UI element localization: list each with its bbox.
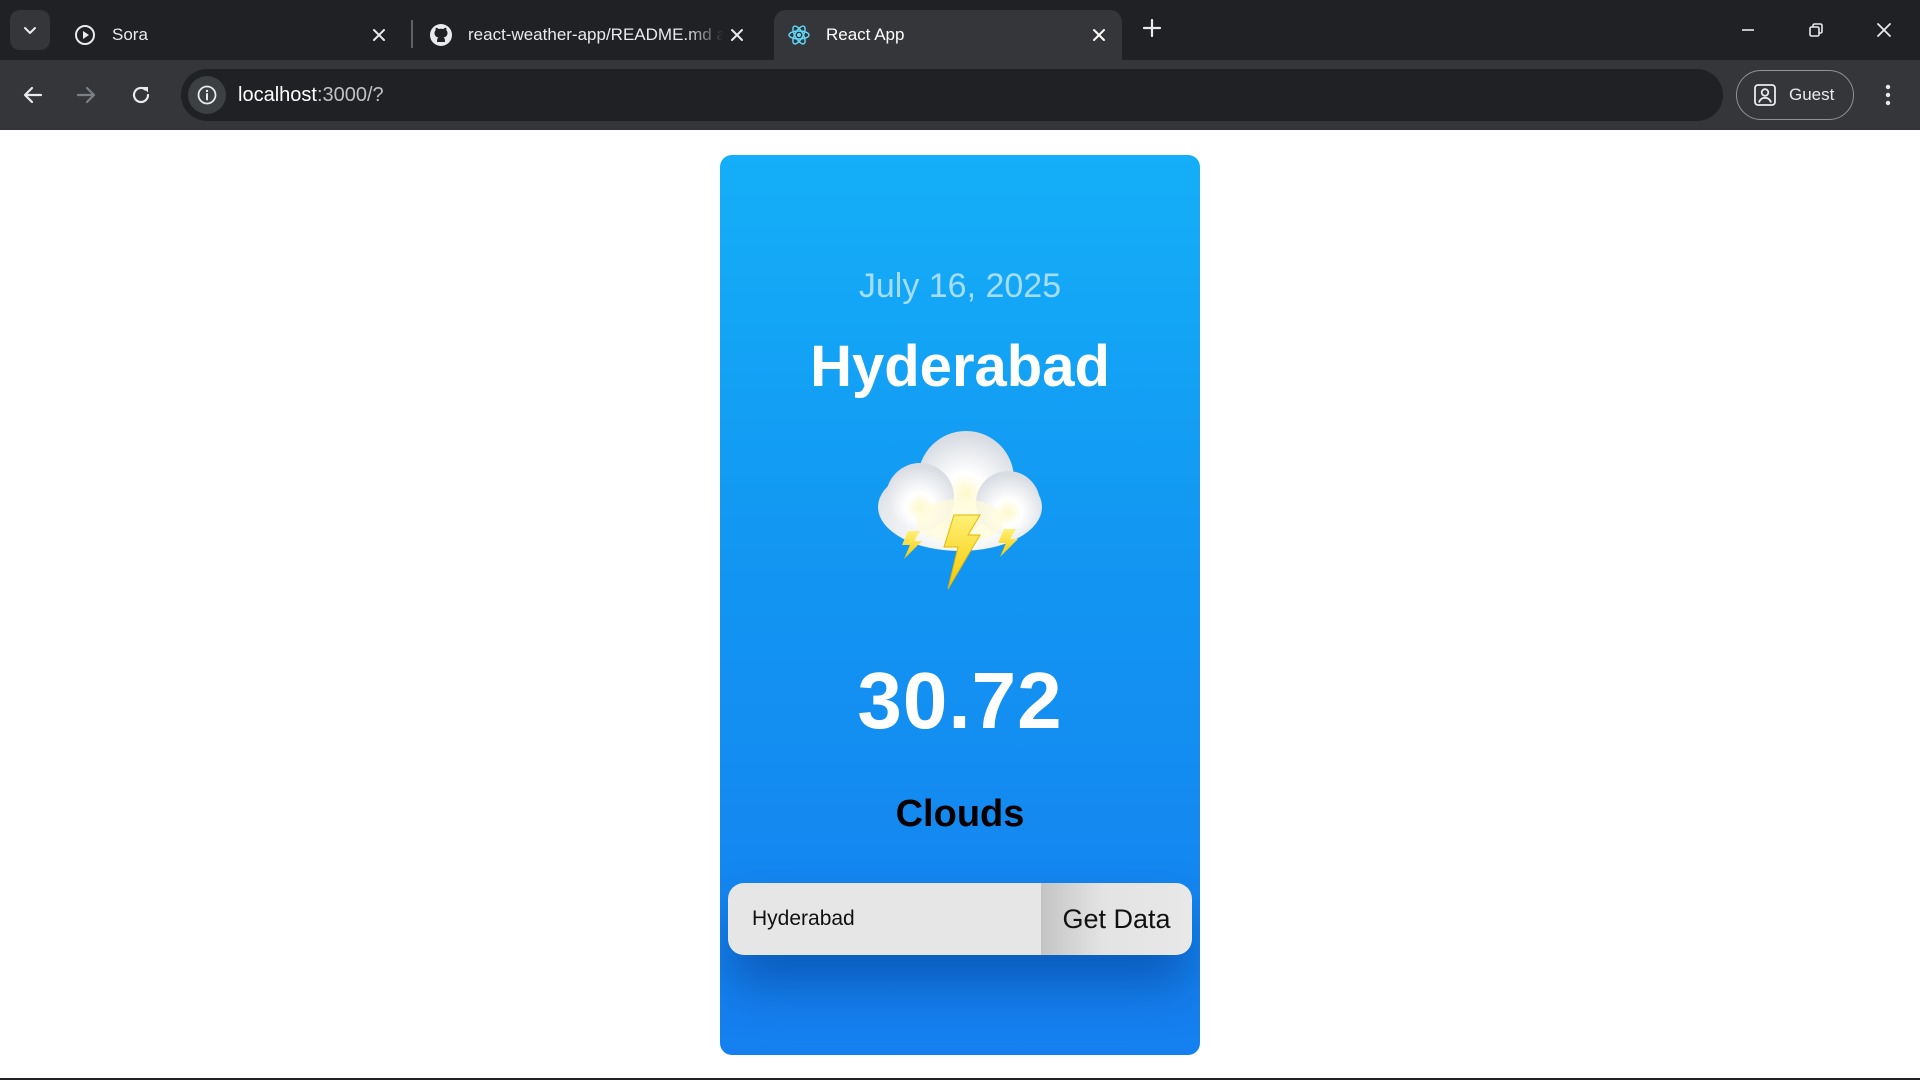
tab-react-app[interactable]: React App xyxy=(774,10,1122,60)
info-icon xyxy=(197,85,217,105)
arrow-right-icon xyxy=(76,86,96,104)
url-text: localhost:3000/? xyxy=(238,84,384,107)
close-icon[interactable] xyxy=(366,22,392,48)
tab-strip: Sora react-weather-app/README.md at Reac… xyxy=(0,0,1920,60)
close-icon[interactable] xyxy=(724,22,750,48)
new-tab-button[interactable] xyxy=(1138,14,1166,42)
tab-title: Sora xyxy=(112,25,148,44)
thunder-cloud-icon xyxy=(878,431,1042,590)
tab-title: React App xyxy=(826,25,905,44)
restore-icon xyxy=(1809,23,1823,37)
tab-github-readme[interactable]: react-weather-app/README.md at xyxy=(418,10,760,60)
close-window-button[interactable] xyxy=(1856,10,1912,50)
profile-label: Guest xyxy=(1789,85,1835,104)
weather-condition: Clouds xyxy=(895,793,1025,835)
back-button[interactable] xyxy=(13,75,53,115)
plus-icon xyxy=(1142,18,1162,38)
react-icon xyxy=(786,22,812,48)
profile-icon xyxy=(1754,84,1776,106)
restore-button[interactable] xyxy=(1788,10,1844,50)
tab-sora[interactable]: Sora xyxy=(60,10,402,60)
profile-button[interactable]: Guest xyxy=(1736,70,1854,120)
tab-title: react-weather-app/README.md at xyxy=(468,25,724,44)
url-path: :3000/? xyxy=(316,83,384,106)
forward-button[interactable] xyxy=(66,75,106,115)
weather-temperature: 30.72 xyxy=(857,656,1063,745)
url-host: localhost xyxy=(238,83,317,106)
minimize-icon xyxy=(1742,29,1754,31)
reload-button[interactable] xyxy=(121,75,161,115)
browser-toolbar: localhost:3000/? Guest xyxy=(0,60,1920,130)
get-data-button[interactable]: Get Data xyxy=(1041,883,1192,955)
page-viewport: July 16, 2025 Hyderabad 30.72 Clouds Hyd… xyxy=(0,130,1920,1078)
chevron-down-icon xyxy=(24,27,36,34)
weather-city: Hyderabad xyxy=(810,334,1110,399)
weather-date: July 16, 2025 xyxy=(858,267,1062,305)
close-icon xyxy=(1877,23,1891,37)
address-bar[interactable]: localhost:3000/? xyxy=(181,69,1723,121)
reload-icon xyxy=(132,86,150,104)
site-info-button[interactable] xyxy=(188,76,226,114)
city-input[interactable] xyxy=(728,883,1041,955)
github-icon xyxy=(428,22,454,48)
arrow-left-icon xyxy=(23,86,43,104)
more-vert-icon xyxy=(1885,84,1891,106)
minimize-button[interactable] xyxy=(1720,10,1776,50)
tab-divider xyxy=(411,20,413,48)
tab-search-button[interactable] xyxy=(10,10,50,50)
close-icon[interactable] xyxy=(1086,22,1112,48)
play-circle-icon xyxy=(72,22,98,48)
weather-card: July 16, 2025 Hyderabad 30.72 Clouds Hyd… xyxy=(720,155,1200,1055)
browser-menu-button[interactable] xyxy=(1868,75,1908,115)
search-form: Get Data xyxy=(728,883,1192,955)
